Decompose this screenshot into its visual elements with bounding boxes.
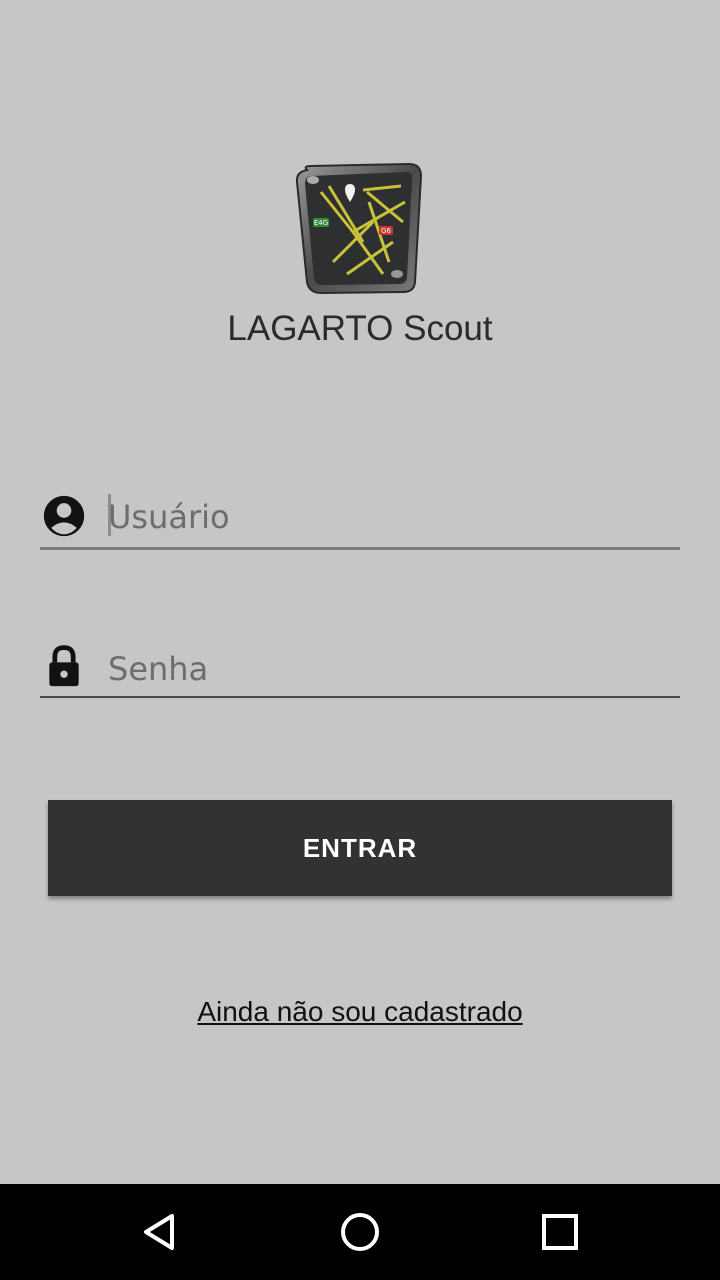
svg-text:G6: G6 (381, 227, 391, 235)
password-field[interactable] (40, 638, 680, 698)
recents-icon[interactable] (536, 1208, 584, 1256)
password-underline (40, 696, 680, 698)
back-icon[interactable] (136, 1208, 184, 1256)
username-input[interactable] (108, 494, 680, 540)
username-field[interactable] (40, 490, 680, 550)
password-input[interactable] (108, 646, 680, 692)
svg-text:E4G: E4G (314, 219, 328, 227)
app-logo-icon: E4G G6 (295, 162, 423, 295)
register-link[interactable]: Ainda não sou cadastrado (0, 994, 720, 1030)
account-circle-icon (43, 495, 85, 537)
username-underline (40, 547, 680, 550)
login-screen: E4G G6 LAGARTO Scout ENTRAR Ainda não so… (0, 0, 720, 1280)
login-button[interactable]: ENTRAR (48, 800, 672, 896)
app-title: LAGARTO Scout (227, 309, 493, 348)
home-icon[interactable] (336, 1208, 384, 1256)
system-navigation-bar (0, 1184, 720, 1280)
lock-icon (49, 645, 79, 687)
